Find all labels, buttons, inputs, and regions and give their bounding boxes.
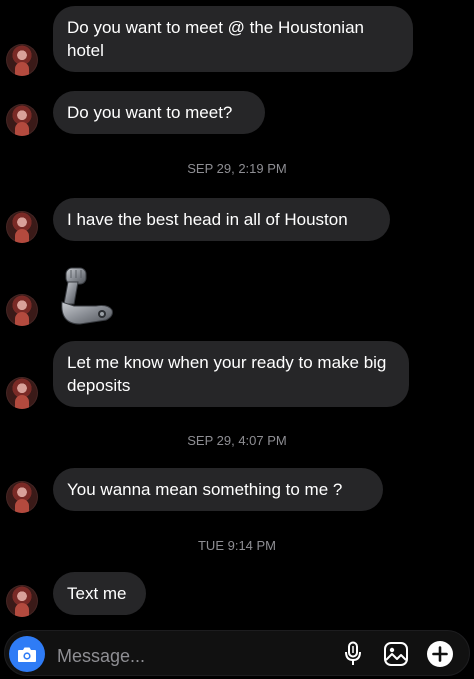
avatar[interactable] (6, 211, 38, 243)
message-text: Do you want to meet @ the Houstonian hot… (67, 18, 364, 60)
microphone-icon (345, 641, 361, 665)
message-text: I have the best head in all of Houston (67, 210, 348, 229)
composer-bar (4, 630, 470, 676)
message-text: Let me know when your ready to make big … (67, 353, 387, 395)
add-button[interactable] (426, 640, 454, 668)
avatar[interactable] (6, 481, 38, 513)
avatar[interactable] (6, 104, 38, 136)
avatar[interactable] (6, 585, 38, 617)
gallery-button[interactable] (382, 640, 410, 668)
message-bubble[interactable]: I have the best head in all of Houston (53, 198, 390, 241)
message-bubble[interactable]: You wanna mean something to me ? (53, 468, 383, 511)
message-bubble[interactable]: Text me (53, 572, 146, 615)
camera-icon (18, 647, 36, 662)
avatar[interactable] (6, 44, 38, 76)
timestamp: SEP 29, 2:19 PM (187, 161, 287, 176)
message-composer (0, 628, 474, 679)
message-bubble[interactable]: Let me know when your ready to make big … (53, 341, 409, 407)
avatar[interactable] (6, 294, 38, 326)
message-text: Do you want to meet? (67, 103, 233, 122)
message-bubble[interactable]: Do you want to meet @ the Houstonian hot… (53, 6, 413, 72)
microphone-button[interactable] (339, 640, 367, 668)
avatar[interactable] (6, 377, 38, 409)
timestamp: TUE 9:14 PM (197, 538, 277, 553)
add-icon (427, 641, 453, 667)
message-bubble[interactable]: Do you want to meet? (53, 91, 265, 134)
message-input[interactable] (55, 643, 319, 669)
timestamp: SEP 29, 4:07 PM (187, 433, 287, 448)
mechanical-arm-emoji-icon[interactable] (56, 266, 116, 326)
message-text: Text me (67, 584, 127, 603)
gallery-icon (384, 642, 408, 666)
message-text: You wanna mean something to me ? (67, 480, 343, 499)
camera-button[interactable] (9, 636, 45, 672)
